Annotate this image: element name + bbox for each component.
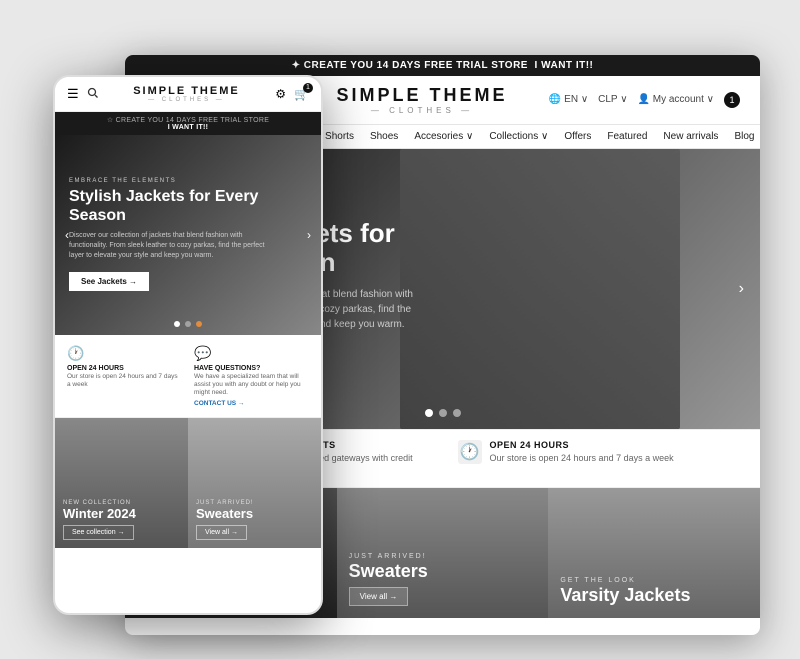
- mobile-hero-desc: Discover our collection of jackets that …: [69, 231, 269, 260]
- nav-new-arrivals[interactable]: New arrivals: [663, 131, 718, 142]
- mobile-announcement-text: ☆ CREATE YOU 14 DAYS FREE TRIAL STORE: [107, 117, 269, 124]
- dot-2[interactable]: [439, 409, 447, 417]
- nav-blog[interactable]: Blog: [734, 131, 754, 142]
- nav-shoes[interactable]: Shoes: [370, 131, 398, 142]
- mobile-hours-title: OPEN 24 HOURS: [67, 365, 182, 372]
- mobile-hero-eyebrow: EMBRACE THE ELEMENTS: [69, 178, 307, 184]
- mobile-col-winter-eyebrow: NEW COLLECTION: [63, 500, 136, 506]
- feature-hours: 🕐 OPEN 24 HOURS Our store is open 24 hou…: [458, 440, 731, 477]
- header-right: 🌐 EN ∨ CLP ∨ 👤 My account ∨ 1: [549, 92, 740, 108]
- mobile-hours-desc: Our store is open 24 hours and 7 days a …: [67, 373, 182, 390]
- collection-sweaters-eyebrow: JUST ARRIVED!: [349, 553, 428, 560]
- collection-varsity-eyebrow: GET THE LOOK: [560, 577, 690, 584]
- mobile-collections: NEW COLLECTION Winter 2024 See collectio…: [55, 418, 321, 548]
- mobile-announcement: ☆ CREATE YOU 14 DAYS FREE TRIAL STORE I …: [55, 112, 321, 135]
- mobile-col-winter-content: NEW COLLECTION Winter 2024 See collectio…: [63, 500, 136, 540]
- mobile-hero-button[interactable]: See Jackets →: [69, 272, 149, 291]
- mobile-cart-count: 1: [303, 83, 313, 93]
- dot-1[interactable]: [425, 409, 433, 417]
- collection-varsity-name: Varsity Jackets: [560, 586, 690, 606]
- feature-hours-title: OPEN 24 HOURS: [490, 440, 674, 450]
- mobile-logo-title: SIMPLE THEME: [98, 85, 276, 97]
- mobile-col-sweaters-content: JUST ARRIVED! Sweaters View all →: [196, 500, 254, 540]
- mobile-header: ☰ SIMPLE THEME — CLOTHES — ⚙ 🛒 1: [55, 77, 321, 112]
- dot-3[interactable]: [453, 409, 461, 417]
- mobile-hero: EMBRACE THE ELEMENTS Stylish Jackets for…: [55, 135, 321, 335]
- mobile-hero-content: EMBRACE THE ELEMENTS Stylish Jackets for…: [55, 166, 321, 302]
- mobile-contact-link[interactable]: CONTACT US →: [194, 400, 309, 407]
- nav-accessories[interactable]: Accesories ∨: [414, 131, 473, 142]
- mobile-search-icon[interactable]: [87, 85, 98, 103]
- mobile-col-sweaters-name: Sweaters: [196, 507, 254, 521]
- mobile-dot-1[interactable]: [174, 321, 180, 327]
- currency-selector[interactable]: CLP ∨: [598, 94, 627, 105]
- mobile-col-sweaters-eyebrow: JUST ARRIVED!: [196, 500, 254, 506]
- mobile-right-icons: ⚙ 🛒 1: [275, 87, 309, 101]
- hero-dots: [425, 409, 461, 417]
- mobile-left-icons: ☰: [67, 85, 98, 103]
- cart-badge[interactable]: 1: [724, 92, 740, 108]
- mobile-logo-subtitle: — CLOTHES —: [98, 97, 276, 103]
- mobile-questions-icon: 💬: [194, 345, 309, 362]
- account-menu[interactable]: 👤 My account ∨: [638, 94, 714, 105]
- mobile-cart-icon[interactable]: 🛒 1: [294, 87, 309, 101]
- mobile-collection-winter: NEW COLLECTION Winter 2024 See collectio…: [55, 418, 188, 548]
- mobile-announcement-cta[interactable]: I WANT IT!!: [59, 124, 317, 131]
- collection-varsity: GET THE LOOK Varsity Jackets: [548, 488, 760, 618]
- mobile-settings-icon[interactable]: ⚙: [275, 87, 286, 101]
- mobile-hamburger-icon[interactable]: ☰: [67, 86, 79, 102]
- feature-hours-text: OPEN 24 HOURS Our store is open 24 hours…: [490, 440, 674, 465]
- collection-varsity-content: GET THE LOOK Varsity Jackets: [560, 577, 690, 606]
- nav-featured[interactable]: Featured: [607, 131, 647, 142]
- mobile-hours-icon: 🕐: [67, 345, 182, 362]
- mobile-hero-dots: [174, 321, 202, 327]
- mobile-hero-next-arrow[interactable]: ›: [307, 228, 311, 242]
- mobile-questions-desc: We have a specialized team that will ass…: [194, 373, 309, 398]
- feature-hours-desc: Our store is open 24 hours and 7 days a …: [490, 452, 674, 465]
- nav-collections[interactable]: Collections ∨: [489, 131, 548, 142]
- mobile-logo: SIMPLE THEME — CLOTHES —: [98, 85, 276, 103]
- mobile-frame: ☰ SIMPLE THEME — CLOTHES — ⚙ 🛒 1: [53, 75, 323, 615]
- mobile-dot-3[interactable]: [196, 321, 202, 327]
- collection-sweaters: JUST ARRIVED! Sweaters View all →: [337, 488, 549, 618]
- collection-sweaters-button[interactable]: View all →: [349, 587, 409, 606]
- logo-subtitle: — CLOTHES —: [336, 106, 507, 115]
- mobile-col-winter-name: Winter 2024: [63, 507, 136, 521]
- announcement-text: ✦ CREATE YOU 14 DAYS FREE TRIAL STORE: [292, 60, 528, 71]
- mobile-dot-2[interactable]: [185, 321, 191, 327]
- mobile-hero-title: Stylish Jackets for Every Season: [69, 188, 307, 225]
- mobile-feature-hours: 🕐 OPEN 24 HOURS Our store is open 24 hou…: [67, 345, 182, 407]
- announcement-cta[interactable]: I WANT IT!!: [535, 60, 594, 71]
- hours-icon: 🕐: [458, 440, 482, 464]
- nav-offers[interactable]: Offers: [564, 131, 591, 142]
- mobile-feature-questions: 💬 HAVE QUESTIONS? We have a specialized …: [194, 345, 309, 407]
- announcement-bar: ✦ CREATE YOU 14 DAYS FREE TRIAL STORE I …: [125, 55, 760, 76]
- mobile-questions-title: HAVE QUESTIONS?: [194, 365, 309, 372]
- mobile-col-winter-button[interactable]: See collection →: [63, 525, 134, 540]
- collection-sweaters-name: Sweaters: [349, 562, 428, 582]
- site-logo: SIMPLE THEME — CLOTHES —: [336, 85, 507, 115]
- mobile-collection-sweaters: JUST ARRIVED! Sweaters View all →: [188, 418, 321, 548]
- mobile-col-sweaters-button[interactable]: View all →: [196, 525, 247, 540]
- collection-sweaters-content: JUST ARRIVED! Sweaters View all →: [349, 553, 428, 606]
- logo-title: SIMPLE THEME: [336, 85, 507, 106]
- mobile-hero-prev-arrow[interactable]: ‹: [65, 228, 69, 242]
- mobile-features: 🕐 OPEN 24 HOURS Our store is open 24 hou…: [55, 335, 321, 418]
- hero-next-arrow[interactable]: ›: [739, 280, 744, 298]
- language-selector[interactable]: 🌐 EN ∨: [549, 94, 588, 105]
